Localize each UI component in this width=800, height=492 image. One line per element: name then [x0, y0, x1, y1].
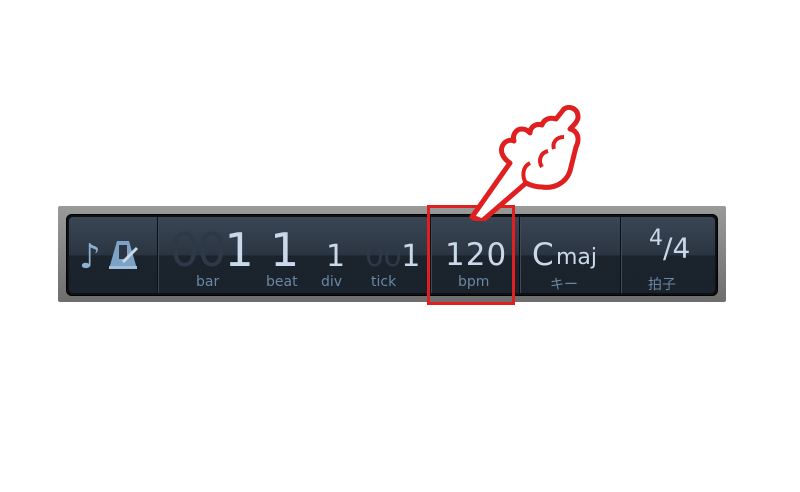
bar-leading-zeros: 00 [170, 223, 227, 277]
lcd-inner: ♪ 001 1 1 001 bar beat div tick 120 bpm … [69, 217, 715, 293]
div-label: div [321, 274, 343, 290]
bar-value: 1 [224, 223, 254, 277]
song-position-section[interactable]: 001 1 1 001 bar beat div tick [158, 217, 431, 293]
key-section[interactable]: C maj キー [520, 217, 621, 293]
tick-value: 1 [401, 239, 420, 274]
time-signature-label: 拍子 [648, 277, 676, 293]
key-root[interactable]: C [532, 237, 554, 273]
tick-label: tick [371, 274, 397, 290]
key-mode[interactable]: maj [556, 245, 597, 270]
music-note-icon[interactable]: ♪ [79, 237, 101, 277]
key-label: キー [550, 277, 578, 293]
bar-display: 001 [170, 223, 254, 277]
beat-label: beat [266, 274, 298, 290]
beat-value: 1 [270, 223, 300, 277]
time-signature-numerator: 4 [649, 226, 663, 251]
time-signature-value[interactable]: 4/4 [649, 226, 691, 265]
time-signature-denominator: 4 [672, 231, 691, 265]
lcd-display: ♪ 001 1 1 001 bar beat div tick 120 bpm … [66, 214, 718, 296]
bar-label: bar [196, 274, 220, 290]
time-signature-section[interactable]: 4/4 拍子 [621, 217, 715, 293]
tick-display: 001 [365, 239, 420, 274]
pointing-hand-icon [469, 105, 581, 221]
metronome-section[interactable]: ♪ [69, 217, 158, 293]
metronome-icon[interactable] [107, 238, 141, 272]
div-value: 1 [326, 239, 346, 274]
tick-leading-zeros: 00 [365, 239, 402, 274]
